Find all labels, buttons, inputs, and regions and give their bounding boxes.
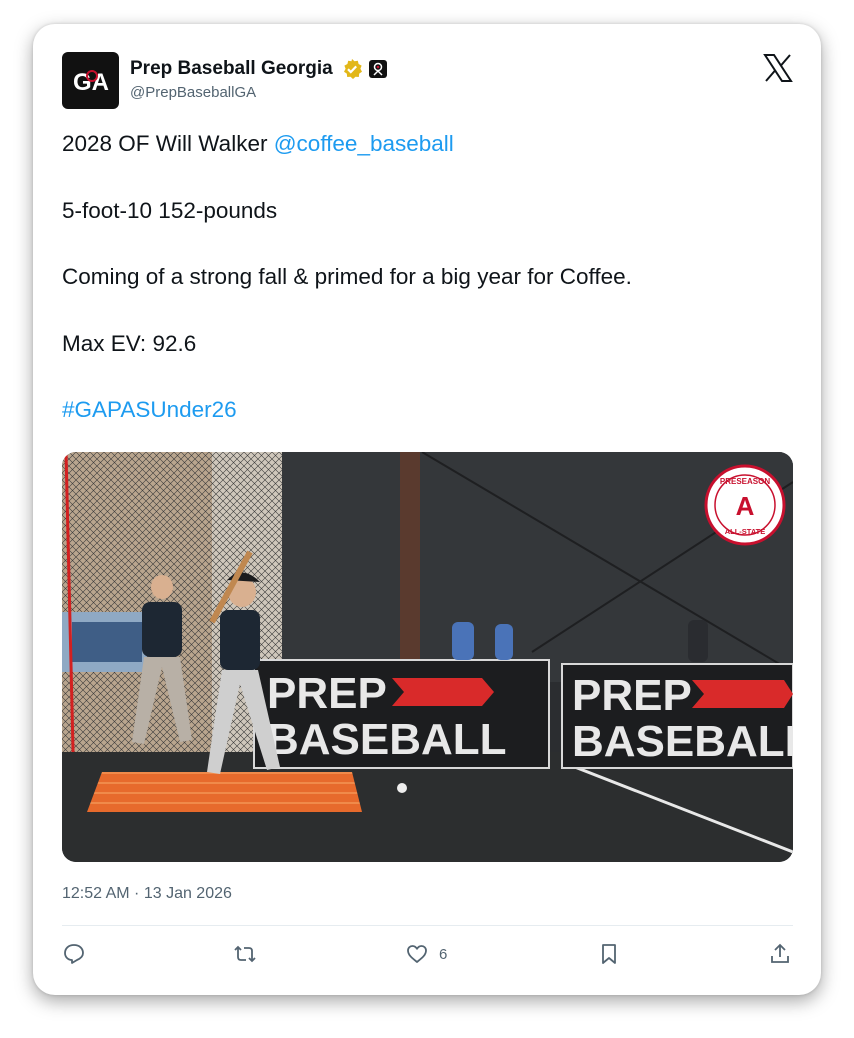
- bookmark-icon: [602, 944, 616, 964]
- author-display-name[interactable]: Prep Baseball Georgia: [130, 58, 333, 80]
- tweet-line-2: 5-foot-10 152-pounds: [62, 198, 278, 223]
- tweet-card: GA Prep Baseball Georgia @PrepBaseballGA…: [33, 24, 821, 995]
- retweet-icon: [234, 945, 256, 963]
- like-icon: [407, 945, 427, 963]
- mention-link[interactable]: @coffee_baseball: [274, 131, 454, 156]
- banner-word-2-b: BASEBALL: [572, 717, 793, 766]
- retweet-button[interactable]: [233, 941, 257, 967]
- hashtag-link[interactable]: #GAPASUnder26: [62, 396, 237, 424]
- affiliate-badge-icon: [368, 60, 387, 78]
- share-button[interactable]: [768, 941, 792, 967]
- tweet-timestamp[interactable]: 12:52 AM · 13 Jan 2026: [62, 885, 232, 903]
- badge-top-text: PRESEASON: [720, 477, 770, 486]
- x-logo-icon[interactable]: [763, 54, 793, 82]
- author-handle[interactable]: @PrepBaseballGA: [130, 84, 256, 101]
- like-count: 6: [439, 945, 448, 963]
- svg-text:GA: GA: [73, 69, 109, 96]
- banner-word-1-b: PREP: [572, 671, 692, 720]
- badge-center-text: A: [736, 491, 755, 521]
- tweet-media[interactable]: PREP BASEBALL PREP BASEBALL PRESEASON A …: [62, 452, 793, 862]
- tweet-line-3: Coming of a strong fall & primed for a b…: [62, 264, 632, 289]
- author-name-row: Prep Baseball Georgia: [130, 58, 388, 80]
- badge-bottom-text: ALL-STATE: [725, 527, 766, 536]
- like-button[interactable]: 6: [405, 941, 447, 967]
- share-icon: [771, 943, 789, 963]
- tweet-line-4: Max EV: 92.6: [62, 331, 197, 356]
- tweet-line-1-text: 2028 OF Will Walker: [62, 131, 274, 156]
- divider: [62, 925, 793, 926]
- avatar-logo-icon: GA: [73, 69, 109, 96]
- avatar[interactable]: GA: [62, 52, 119, 109]
- verified-badge-icon: [343, 59, 362, 79]
- reply-icon: [64, 944, 84, 964]
- banner-word-2: BASEBALL: [267, 715, 507, 764]
- bookmark-button[interactable]: [597, 941, 621, 967]
- batting-cage-photo: PREP BASEBALL PREP BASEBALL PRESEASON A …: [62, 452, 793, 862]
- tweet-line-1: 2028 OF Will Walker @coffee_baseball: [62, 130, 454, 158]
- banner-word-1: PREP: [267, 669, 387, 718]
- reply-button[interactable]: [62, 941, 86, 967]
